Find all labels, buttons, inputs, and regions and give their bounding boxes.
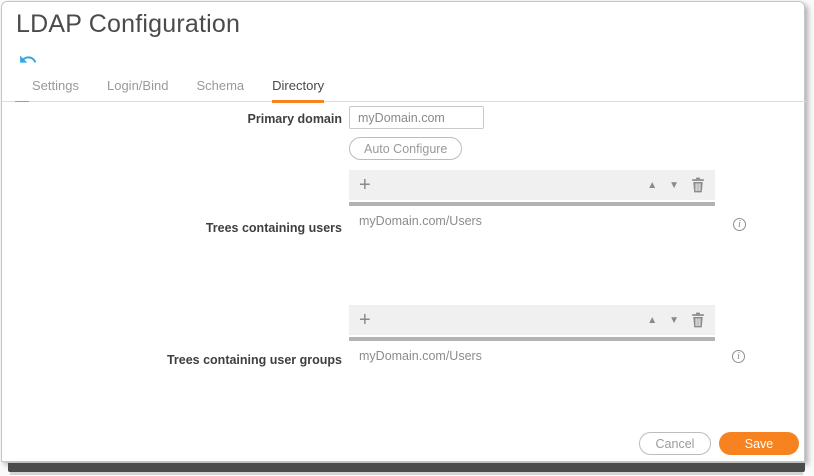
trees-users-toolbar: + ▲ ▼ <box>349 170 715 200</box>
delete-icon[interactable] <box>691 177 705 193</box>
screen: LDAP Configuration Settings Login/Bind S… <box>0 0 814 476</box>
page-title: LDAP Configuration <box>16 10 240 39</box>
tab-settings-label: Settings <box>32 78 79 93</box>
tab-bar: Settings Login/Bind Schema Directory <box>2 76 806 102</box>
tab-schema-label: Schema <box>196 78 244 93</box>
trees-groups-toolbar: + ▲ ▼ <box>349 305 715 335</box>
tab-schema[interactable]: Schema <box>196 78 244 103</box>
move-up-icon[interactable]: ▲ <box>647 180 657 191</box>
tab-directory[interactable]: Directory <box>272 78 324 103</box>
tab-settings[interactable]: Settings <box>32 78 79 103</box>
tab-login-bind[interactable]: Login/Bind <box>107 78 168 103</box>
trees-groups-label: Trees containing user groups <box>2 353 342 367</box>
cancel-button[interactable]: Cancel <box>639 432 711 455</box>
delete-icon[interactable] <box>691 312 705 328</box>
move-down-icon[interactable]: ▼ <box>669 180 679 191</box>
save-button[interactable]: Save <box>719 432 799 455</box>
auto-configure-button[interactable]: Auto Configure <box>349 137 462 160</box>
tab-directory-label: Directory <box>272 78 324 93</box>
primary-domain-label: Primary domain <box>2 112 342 126</box>
tabbar-left-notch <box>15 101 29 102</box>
trees-users-list: myDomain.com/Users <box>349 206 715 264</box>
add-tree-icon[interactable]: + <box>359 175 371 195</box>
trees-users-info-icon[interactable]: i <box>733 218 746 231</box>
trees-users-listbox: + ▲ ▼ myDomain.com/Users <box>349 170 715 264</box>
trees-groups-listbox: + ▲ ▼ myDomain.com/Users <box>349 305 715 399</box>
move-down-icon[interactable]: ▼ <box>669 315 679 326</box>
trees-groups-list: myDomain.com/Users <box>349 341 715 399</box>
background-light-strip <box>10 472 803 475</box>
tab-login-bind-label: Login/Bind <box>107 78 168 93</box>
list-item[interactable]: myDomain.com/Users <box>349 341 715 363</box>
ldap-configuration-window: LDAP Configuration Settings Login/Bind S… <box>1 1 805 462</box>
add-tree-icon[interactable]: + <box>359 310 371 330</box>
undo-arrow-icon <box>17 57 39 72</box>
trees-groups-info-icon[interactable]: i <box>732 350 745 363</box>
move-up-icon[interactable]: ▲ <box>647 315 657 326</box>
back-button[interactable] <box>17 50 39 70</box>
primary-domain-input[interactable] <box>349 106 484 129</box>
list-item[interactable]: myDomain.com/Users <box>349 206 715 228</box>
background-dark-bar <box>8 463 805 472</box>
trees-users-label: Trees containing users <box>2 221 342 235</box>
